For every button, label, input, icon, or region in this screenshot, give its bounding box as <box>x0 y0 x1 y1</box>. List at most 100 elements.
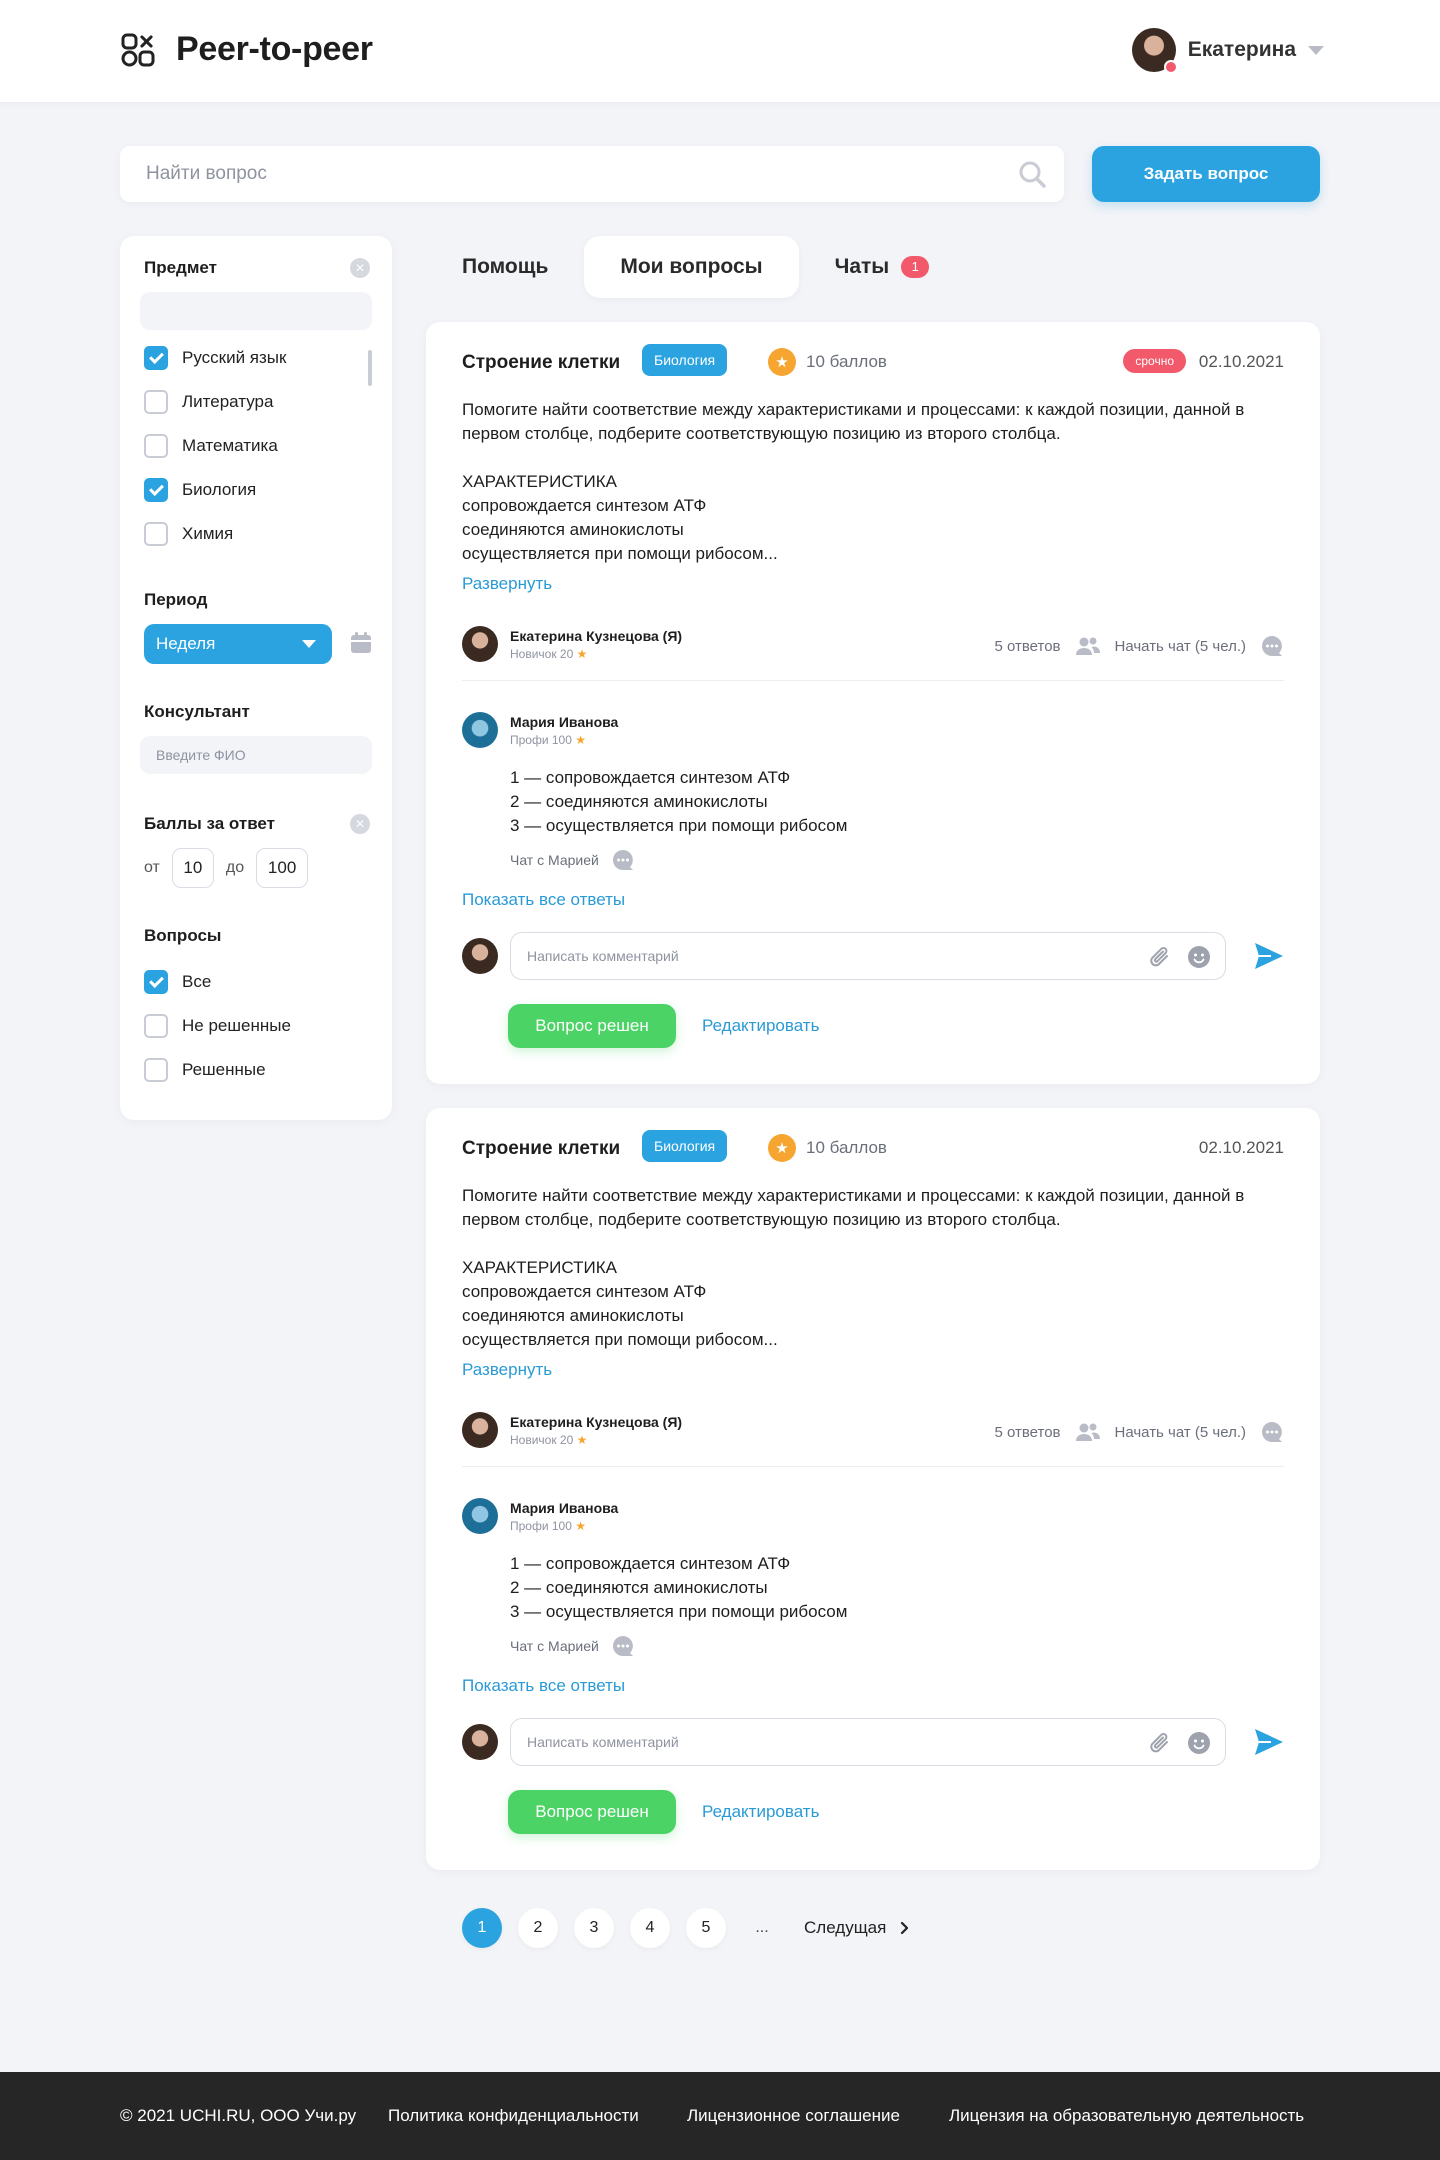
author-avatar[interactable] <box>462 1412 498 1448</box>
start-chat-link[interactable]: Начать чат (5 чел.) <box>1115 1424 1246 1441</box>
subject-item[interactable]: Русский язык <box>144 346 286 370</box>
footer-education-license-link[interactable]: Лицензия на образовательную деятельность <box>949 2106 1304 2126</box>
expand-link[interactable]: Развернуть <box>462 1360 552 1380</box>
send-icon[interactable] <box>1254 1728 1284 1756</box>
expand-link[interactable]: Развернуть <box>462 574 552 594</box>
subject-tag: Биология <box>642 1130 728 1162</box>
question-title[interactable]: Строение клетки <box>462 352 620 374</box>
search-icon[interactable] <box>1018 160 1046 188</box>
checkbox[interactable] <box>144 346 168 370</box>
answers-count[interactable]: 5 ответов <box>994 1424 1060 1441</box>
checkbox[interactable] <box>144 522 168 546</box>
checkbox[interactable] <box>144 434 168 458</box>
question-line: соединяются аминокислоты <box>462 1306 684 1325</box>
subject-label: Биология <box>182 480 257 499</box>
user-avatar[interactable] <box>1131 28 1178 74</box>
checkbox[interactable] <box>144 1058 168 1082</box>
comment-field[interactable] <box>510 932 1226 980</box>
question-text: Помогите найти соответствие между характ… <box>462 400 1245 443</box>
divider <box>462 1466 1284 1467</box>
tab-my-questions[interactable]: Мои вопросы <box>584 236 799 298</box>
answerer-name[interactable]: Мария Иванова <box>510 714 618 730</box>
page-button[interactable]: 3 <box>574 1908 614 1948</box>
apps-icon[interactable] <box>120 32 156 68</box>
chat-bubble-icon[interactable] <box>611 1634 635 1658</box>
checkbox[interactable] <box>144 1014 168 1038</box>
comment-input[interactable] <box>511 933 1225 979</box>
comment-input[interactable] <box>511 1719 1225 1765</box>
subject-item[interactable]: Литература <box>144 390 273 414</box>
author-name[interactable]: Екатерина Кузнецова (Я) <box>510 628 682 644</box>
chat-bubble-icon[interactable] <box>611 848 635 872</box>
subject-item[interactable]: Биология <box>144 478 256 502</box>
page-button[interactable]: 2 <box>518 1908 558 1948</box>
clear-points-icon[interactable]: ✕ <box>350 814 370 834</box>
clear-subject-icon[interactable]: ✕ <box>350 258 370 278</box>
top-header: Peer-to-peer Екатерина <box>0 0 1440 102</box>
author-avatar[interactable] <box>462 626 498 662</box>
filters-sidebar: Предмет ✕ Русский язык Литература Матема… <box>120 236 392 1120</box>
subject-list-scrollbar[interactable] <box>368 350 372 386</box>
questions-title: Вопросы <box>144 926 222 945</box>
question-line: осуществляется при помощи рибосом... <box>462 1330 778 1349</box>
question-solved-button[interactable]: Вопрос решен <box>508 1790 676 1834</box>
subject-item[interactable]: Математика <box>144 434 278 458</box>
questions-filter-item[interactable]: Решенные <box>144 1058 266 1082</box>
footer-license-agreement-link[interactable]: Лицензионное соглашение <box>687 2106 900 2126</box>
attach-icon[interactable] <box>1149 945 1171 969</box>
author-name[interactable]: Екатерина Кузнецова (Я) <box>510 1414 682 1430</box>
subject-search-input[interactable] <box>140 292 372 330</box>
period-select[interactable]: Неделя <box>144 624 332 664</box>
attach-icon[interactable] <box>1149 1731 1171 1755</box>
show-all-answers-link[interactable]: Показать все ответы <box>462 1676 625 1696</box>
checkbox[interactable] <box>144 478 168 502</box>
comment-field[interactable] <box>510 1718 1226 1766</box>
app-logo-text[interactable]: Peer-to-peer <box>176 30 373 69</box>
edit-link[interactable]: Редактировать <box>702 1802 819 1822</box>
emoji-icon[interactable] <box>1187 1731 1211 1755</box>
questions-filter-item[interactable]: Не решенные <box>144 1014 291 1038</box>
star-icon: ★ <box>575 732 587 747</box>
page-button[interactable]: 5 <box>686 1908 726 1948</box>
edit-link[interactable]: Редактировать <box>702 1016 819 1036</box>
points-to-input[interactable]: 100 <box>256 848 309 888</box>
question-title[interactable]: Строение клетки <box>462 1138 620 1160</box>
footer-privacy-link[interactable]: Политика конфиденциальности <box>388 2106 639 2126</box>
checkbox[interactable] <box>144 390 168 414</box>
chat-bubble-icon[interactable] <box>1260 634 1284 658</box>
checkbox[interactable] <box>144 970 168 994</box>
chevron-right-icon <box>901 1921 909 1935</box>
chat-bubble-icon[interactable] <box>1260 1420 1284 1444</box>
answerer-avatar[interactable] <box>462 1498 498 1534</box>
tab-help[interactable]: Помощь <box>426 236 584 298</box>
user-name[interactable]: Екатерина <box>1188 38 1296 62</box>
answerer-name[interactable]: Мария Иванова <box>510 1500 618 1516</box>
question-solved-button[interactable]: Вопрос решен <box>508 1004 676 1048</box>
tab-chats[interactable]: Чаты 1 <box>799 236 966 298</box>
chat-with-answerer[interactable]: Чат с Марией <box>510 848 635 872</box>
chat-with-answerer[interactable]: Чат с Марией <box>510 1634 635 1658</box>
calendar-icon[interactable] <box>350 632 372 654</box>
ask-question-button[interactable]: Задать вопрос <box>1092 146 1320 202</box>
page-button[interactable]: 4 <box>630 1908 670 1948</box>
commenter-avatar <box>462 938 498 974</box>
answerer-level: Профи 100 ★ <box>510 1519 618 1533</box>
consultant-input[interactable] <box>140 736 372 774</box>
next-page-button[interactable]: Следущая <box>804 1918 910 1938</box>
show-all-answers-link[interactable]: Показать все ответы <box>462 890 625 910</box>
page-button[interactable]: 1 <box>462 1908 502 1948</box>
user-menu[interactable]: Екатерина <box>1131 28 1324 74</box>
answer-line: 2 — соединяются аминокислоты <box>510 792 768 811</box>
answerer-avatar[interactable] <box>462 712 498 748</box>
points-from-input[interactable]: 10 <box>171 848 214 888</box>
divider <box>462 680 1284 681</box>
subject-item[interactable]: Химия <box>144 522 233 546</box>
emoji-icon[interactable] <box>1187 945 1211 969</box>
send-icon[interactable] <box>1254 942 1284 970</box>
chevron-down-icon[interactable] <box>1308 45 1324 55</box>
question-card: Строение клетки Биология ★ 10 баллов сроч… <box>426 322 1320 1084</box>
answers-count[interactable]: 5 ответов <box>994 638 1060 655</box>
search-input[interactable] <box>120 146 1064 202</box>
questions-filter-item[interactable]: Все <box>144 970 211 994</box>
start-chat-link[interactable]: Начать чат (5 чел.) <box>1115 638 1246 655</box>
